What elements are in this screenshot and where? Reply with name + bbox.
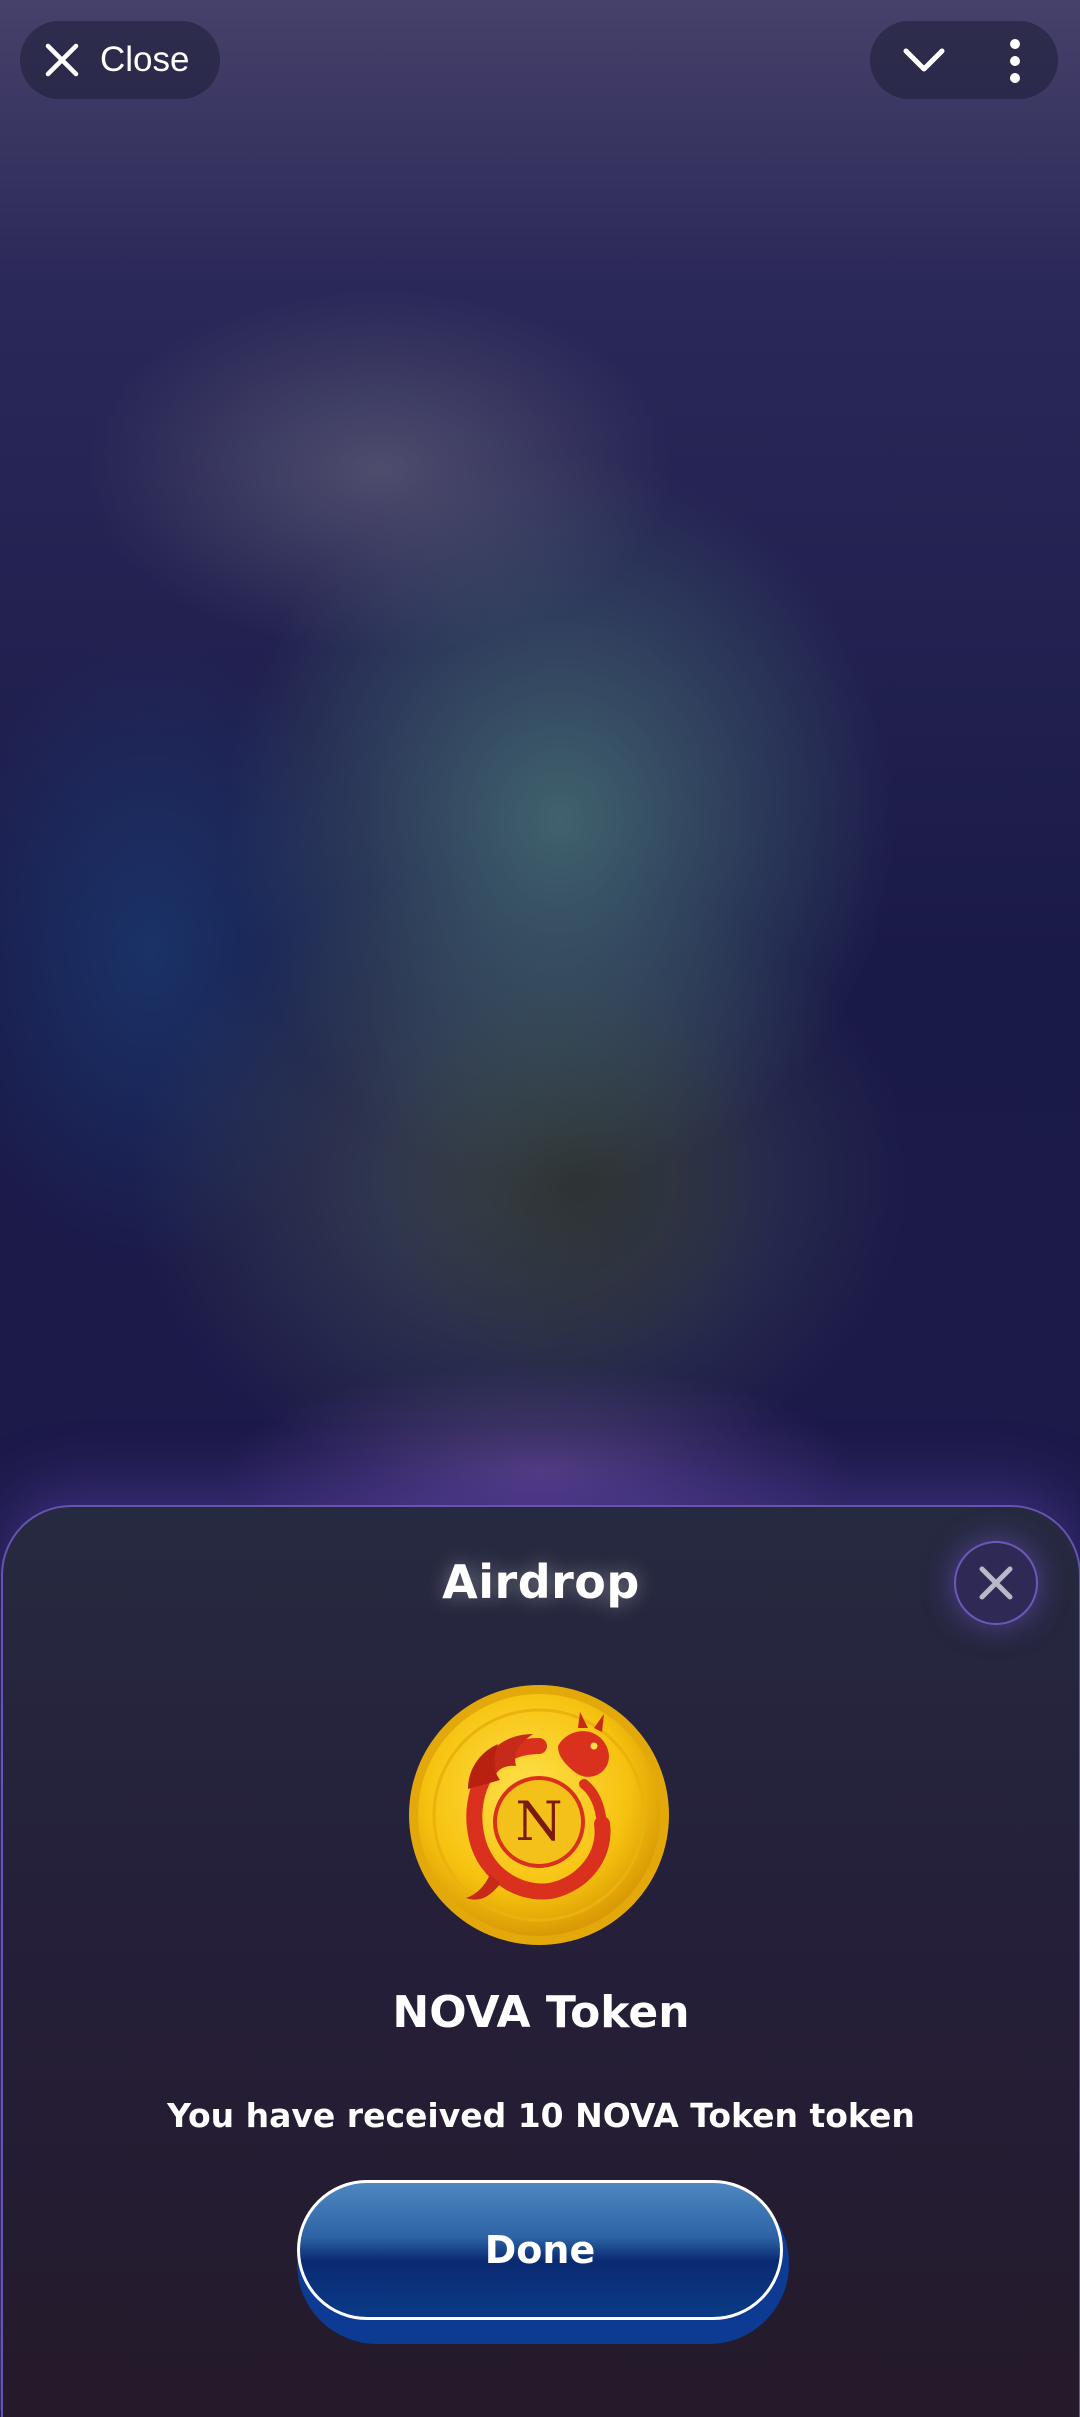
chevron-down-icon[interactable]	[900, 41, 948, 81]
top-right-controls	[870, 21, 1058, 99]
nova-token-coin-icon: N	[409, 1685, 669, 1945]
token-name: NOVA Token	[392, 1987, 690, 2038]
close-icon	[45, 43, 79, 77]
sheet-title: Airdrop	[442, 1555, 640, 1609]
sheet-close-button[interactable]	[954, 1541, 1038, 1625]
svg-text:N: N	[515, 1790, 562, 1853]
close-button-label: Close	[100, 40, 190, 79]
close-button[interactable]: Close	[20, 21, 220, 99]
airdrop-sheet: Airdrop N NOVA Token You have received 1…	[1, 1505, 1080, 2417]
more-vertical-icon[interactable]	[997, 38, 1033, 84]
close-icon	[979, 1566, 1013, 1600]
airdrop-message: You have received 10 NOVA Token token	[167, 2096, 915, 2135]
done-button[interactable]: Done	[297, 2180, 783, 2320]
